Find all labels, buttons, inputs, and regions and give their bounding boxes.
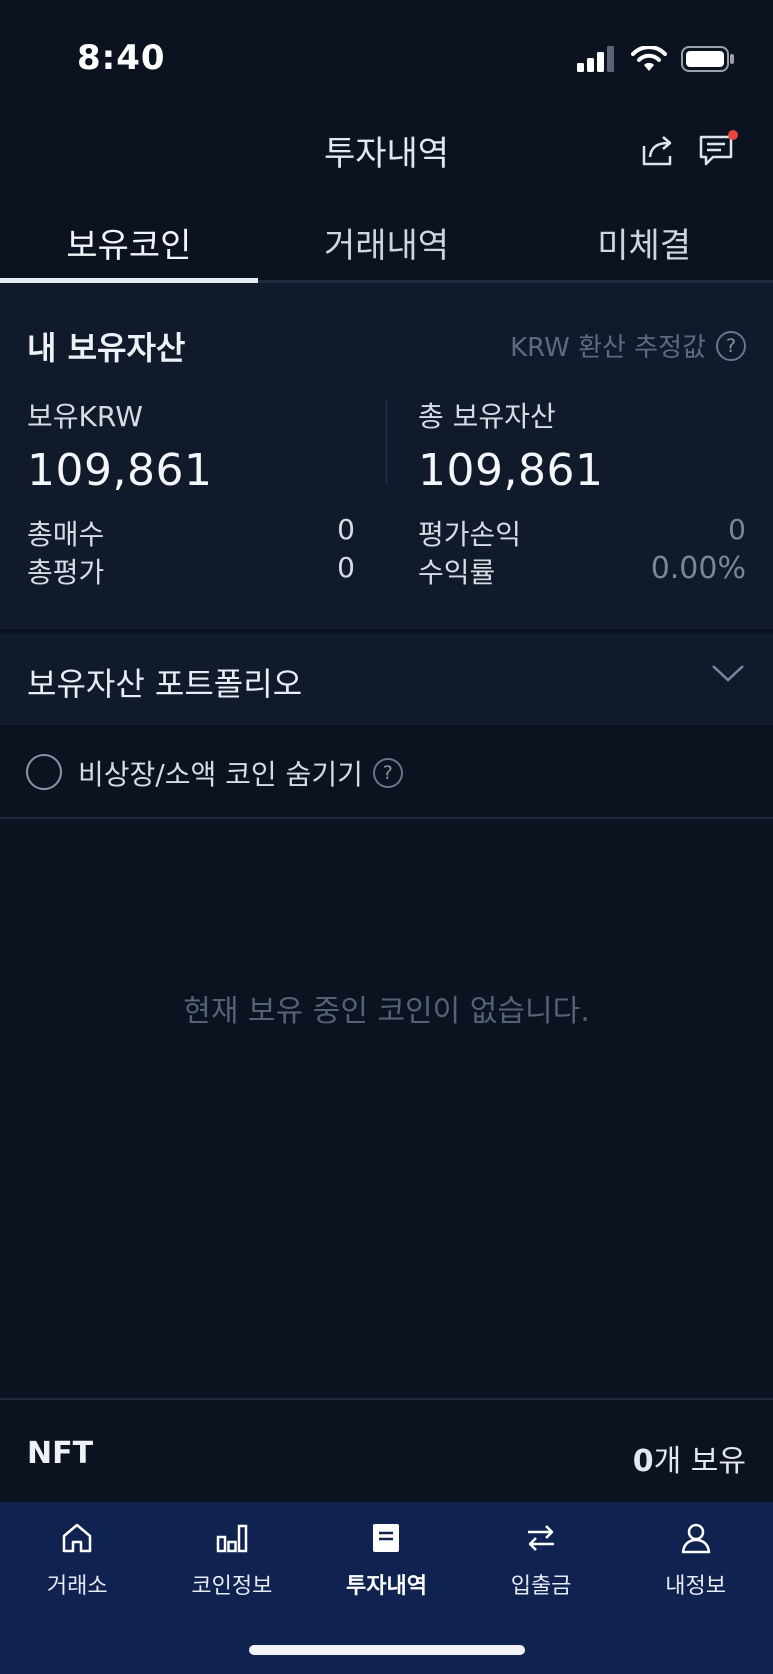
nav-coin-info-label: 코인정보: [191, 1574, 273, 1599]
status-time: 8:40: [77, 38, 166, 78]
krw-holdings: 보유KRW 109,861: [27, 395, 357, 496]
chevron-down-icon: [712, 665, 744, 682]
help-icon[interactable]: ?: [372, 758, 403, 788]
chat-button[interactable]: [696, 128, 740, 172]
krw-estimate-hint[interactable]: KRW 환산 추정값 ?: [510, 327, 746, 364]
hide-small-coins-row: 비상장/소액 코인 숨기기 ?: [0, 725, 773, 819]
status-icons: [577, 46, 735, 72]
hide-small-coins-checkbox[interactable]: [26, 754, 62, 790]
share-icon: [642, 136, 672, 166]
nft-count: 0개 보유: [633, 1436, 746, 1480]
help-icon[interactable]: ?: [716, 330, 746, 361]
cellular-signal-icon: [577, 46, 614, 72]
nav-exchange[interactable]: 거래소: [0, 1502, 155, 1674]
wifi-icon: [631, 46, 667, 71]
nav-exchange-label: 거래소: [46, 1574, 108, 1599]
tab-open-orders[interactable]: 미체결: [515, 200, 773, 280]
bar-chart-icon: [216, 1524, 248, 1553]
tab-trade-history[interactable]: 거래내역: [258, 200, 516, 280]
total-eval-label: 총평가: [27, 556, 105, 589]
krw-holdings-value: 109,861: [27, 445, 213, 496]
tab-holdings[interactable]: 보유코인: [0, 200, 258, 283]
total-eval-row: 총평가 0: [27, 551, 355, 589]
empty-holdings-message: 현재 보유 중인 코인이 없습니다.: [183, 994, 590, 1029]
transfer-icon: [528, 1525, 555, 1551]
return-row: 수익률 0.00%: [418, 551, 746, 589]
portfolio-accordion[interactable]: 보유자산 포트폴리오: [0, 633, 773, 725]
total-assets-label: 총 보유자산: [418, 400, 556, 433]
nft-count-number: 0: [632, 1444, 654, 1479]
asset-summary-title: 내 보유자산: [27, 329, 186, 367]
nav-investment-history-label: 투자내역: [346, 1574, 427, 1599]
total-buy-value: 0: [337, 513, 355, 546]
battery-icon: [681, 46, 734, 72]
hide-small-coins[interactable]: 비상장/소액 코인 숨기기 ?: [78, 753, 403, 793]
krw-estimate-label: KRW 환산 추정값: [510, 333, 706, 363]
asset-summary-card: 내 보유자산 KRW 환산 추정값 ? 보유KRW 109,861 총 보유자산…: [0, 283, 773, 629]
document-icon: [373, 1524, 400, 1552]
total-buy-label: 총매수: [27, 518, 105, 551]
nft-label: NFT: [27, 1436, 94, 1471]
column-divider: [386, 398, 387, 484]
hide-small-coins-label: 비상장/소액 코인 숨기기: [78, 758, 363, 791]
krw-holdings-label: 보유KRW: [27, 400, 143, 433]
tab-bar: 보유코인 거래내역 미체결: [0, 200, 773, 283]
nav-my-info[interactable]: 내정보: [618, 1502, 773, 1674]
return-label: 수익률: [418, 556, 496, 589]
home-indicator[interactable]: [249, 1645, 525, 1655]
pnl-value: 0: [728, 513, 746, 546]
return-value: 0.00%: [650, 551, 746, 586]
total-eval-value: 0: [337, 551, 355, 584]
nft-row[interactable]: NFT 0개 보유: [0, 1398, 773, 1504]
left-stats: 총매수 0 총평가 0: [27, 513, 355, 589]
status-bar: 8:40: [0, 0, 773, 110]
total-assets: 총 보유자산 109,861: [418, 395, 746, 496]
app-header: 투자내역: [0, 110, 773, 190]
user-icon: [681, 1523, 710, 1554]
total-assets-value: 109,861: [418, 445, 604, 496]
nav-deposit-withdraw-label: 입출금: [510, 1574, 572, 1599]
share-button[interactable]: [636, 128, 680, 172]
pnl-label: 평가손익: [418, 518, 522, 551]
portfolio-title: 보유자산 포트폴리오: [27, 665, 303, 703]
chat-icon: [699, 130, 738, 166]
notification-dot: [728, 130, 738, 140]
home-icon: [63, 1523, 92, 1553]
nft-count-suffix: 개 보유: [653, 1444, 746, 1479]
total-buy-row: 총매수 0: [27, 513, 355, 551]
nav-my-info-label: 내정보: [665, 1574, 727, 1599]
pnl-row: 평가손익 0: [418, 513, 746, 551]
right-stats: 평가손익 0 수익률 0.00%: [418, 513, 746, 589]
